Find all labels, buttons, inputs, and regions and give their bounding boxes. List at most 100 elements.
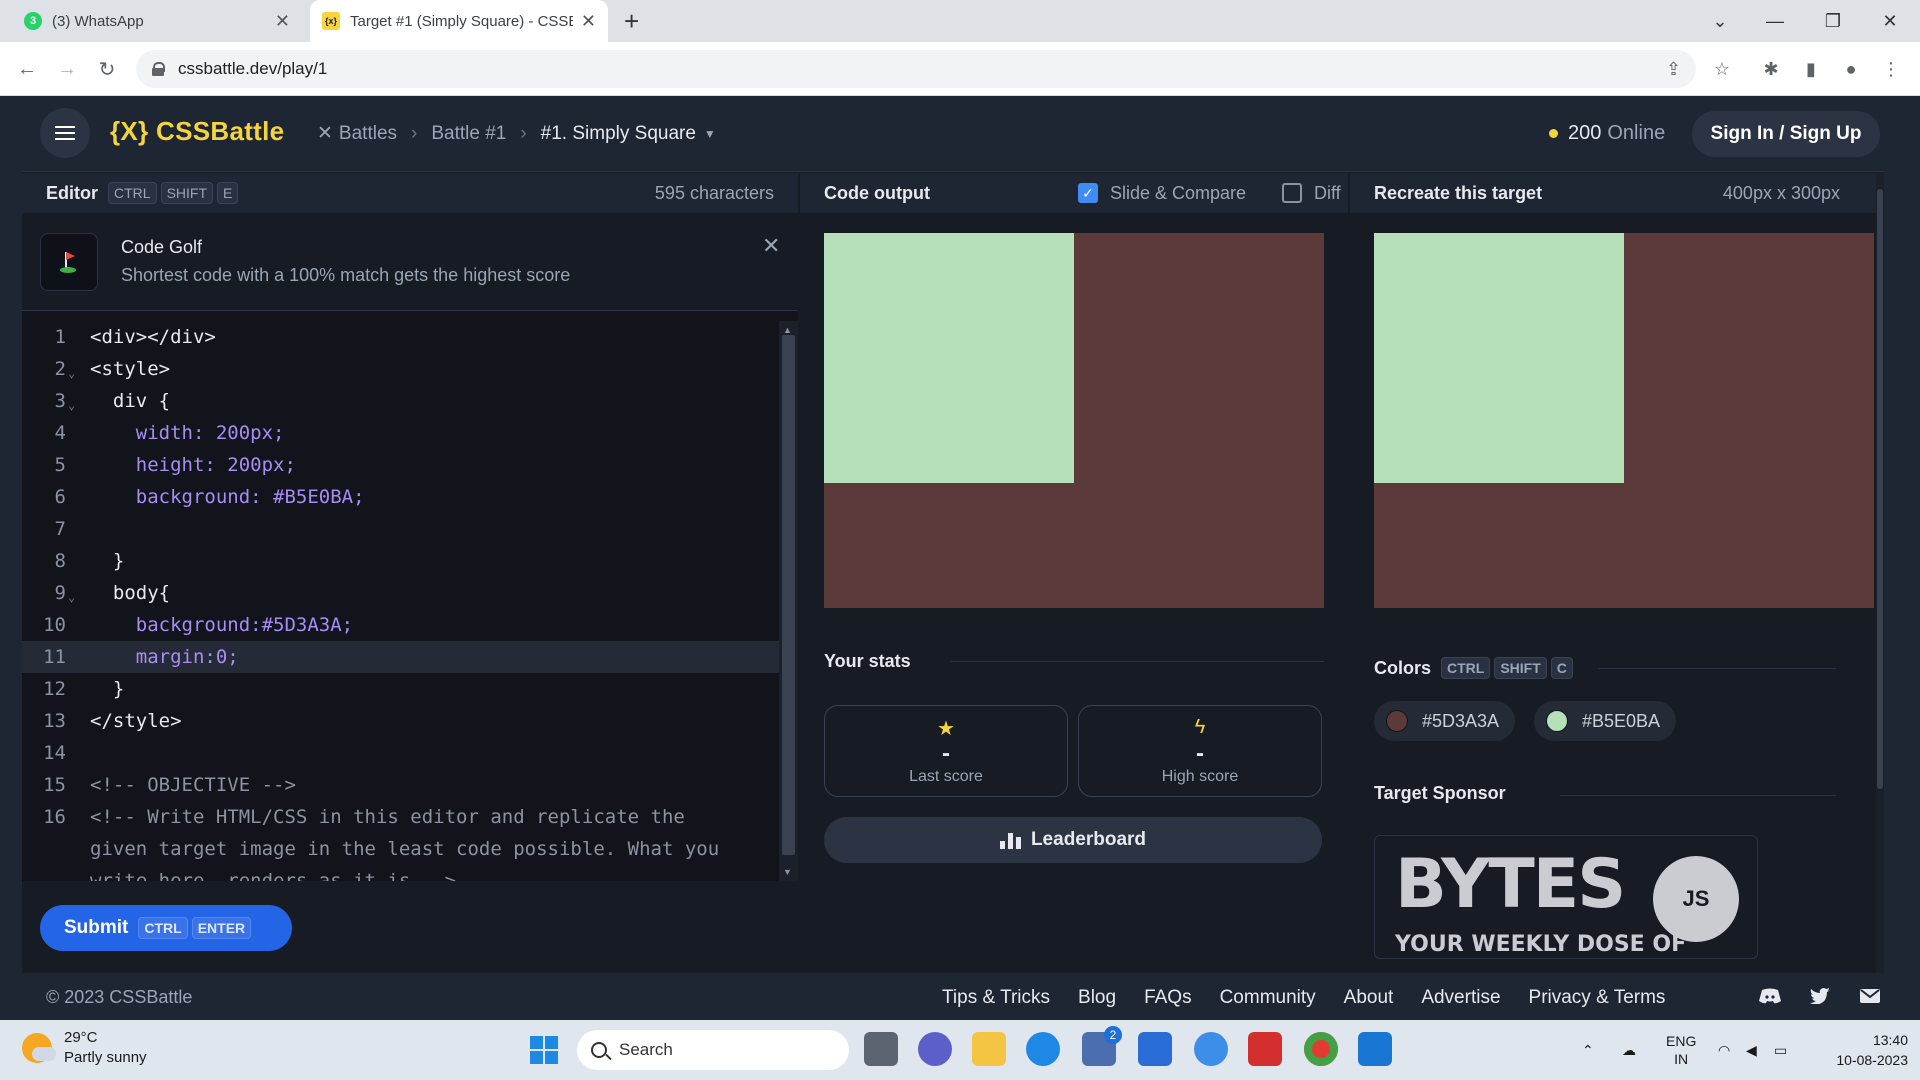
menu-button[interactable]: [40, 108, 90, 158]
page-scrollbar[interactable]: [1876, 173, 1884, 973]
code-line[interactable]: 11 margin:0;: [22, 641, 782, 673]
teams-icon[interactable]: [918, 1032, 952, 1066]
slide-compare-toggle[interactable]: ✓ Slide & Compare: [1078, 183, 1246, 204]
forward-icon[interactable]: →: [52, 54, 82, 84]
chrome-icon[interactable]: [1304, 1032, 1338, 1066]
system-clock[interactable]: 13:40 10-08-2023: [1818, 1030, 1908, 1070]
maximize-icon[interactable]: ❐: [1803, 0, 1863, 42]
editor-panel: Editor CTRL SHIFT E 595 characters Code …: [22, 173, 798, 973]
cssbattle-logo[interactable]: {X} CSSBattle: [110, 116, 284, 147]
close-icon[interactable]: ✕: [275, 11, 290, 32]
wifi-icon[interactable]: ◠: [1718, 1020, 1730, 1080]
footer-link-advertise[interactable]: Advertise: [1421, 987, 1500, 1009]
twitter-icon[interactable]: [1808, 985, 1832, 1007]
code-line[interactable]: 13 </style>: [22, 705, 782, 737]
onedrive-icon[interactable]: ☁: [1622, 1020, 1636, 1080]
breadcrumb-target[interactable]: #1. Simply Square: [541, 123, 696, 145]
os-taskbar: 29°C Partly sunny Search 2 ⌃ ☁ ENG IN ◠ …: [0, 1020, 1920, 1080]
code-line[interactable]: 14: [22, 737, 782, 769]
help-icon[interactable]: [1194, 1032, 1228, 1066]
mcafee-icon[interactable]: [1248, 1032, 1282, 1066]
cssbattle-favicon-icon: {x}: [322, 12, 340, 30]
code-text: <!-- Write HTML/CSS in this editor and r…: [90, 806, 685, 828]
mail-icon[interactable]: [1858, 985, 1882, 1007]
diff-toggle[interactable]: Diff: [1282, 183, 1341, 204]
code-line[interactable]: 3 ⌄ div {: [22, 385, 782, 417]
checkbox-checked-icon[interactable]: ✓: [1078, 183, 1098, 203]
window-close-icon[interactable]: ✕: [1860, 0, 1920, 42]
scrollbar-thumb[interactable]: [782, 335, 795, 855]
taskbar-search[interactable]: Search: [577, 1030, 849, 1070]
bookmark-star-icon[interactable]: ☆: [1707, 54, 1737, 84]
scroll-down-icon[interactable]: ▼: [783, 867, 792, 877]
code-output-canvas[interactable]: [824, 233, 1324, 608]
signin-button[interactable]: Sign In / Sign Up: [1692, 111, 1880, 157]
target-image[interactable]: [1374, 233, 1874, 608]
tray-chevron-icon[interactable]: ⌃: [1582, 1020, 1594, 1080]
editor-scrollbar[interactable]: ▲ ▼: [779, 321, 798, 881]
tab-whatsapp[interactable]: 3 (3) WhatsApp ✕: [12, 0, 302, 42]
side-panel-icon[interactable]: ▮: [1796, 54, 1826, 84]
code-line[interactable]: 7: [22, 513, 782, 545]
store-icon[interactable]: 2: [1082, 1026, 1122, 1066]
code-line[interactable]: 5 height: 200px;: [22, 449, 782, 481]
breadcrumb-battle[interactable]: Battle #1: [431, 123, 506, 145]
footer-link-faqs[interactable]: FAQs: [1144, 987, 1192, 1009]
footer-link-about[interactable]: About: [1344, 987, 1394, 1009]
reload-icon[interactable]: ↻: [92, 54, 122, 84]
edge-icon[interactable]: [1026, 1032, 1060, 1066]
line-number: 8: [54, 550, 66, 572]
tab-search-icon[interactable]: ⌄: [1690, 0, 1750, 42]
chrome-menu-icon[interactable]: ⋮: [1876, 54, 1906, 84]
scroll-up-icon[interactable]: ▲: [783, 325, 792, 335]
breadcrumb-battles[interactable]: Battles: [339, 123, 397, 145]
volume-icon[interactable]: ◀: [1746, 1020, 1757, 1080]
submit-button[interactable]: Submit CTRL ENTER: [40, 905, 292, 951]
code-line[interactable]: 1 <div></div>: [22, 321, 782, 353]
tab-cssbattle[interactable]: {x} Target #1 (Simply Square) - CSSB ✕: [310, 0, 608, 42]
code-line[interactable]: 2 ⌄ <style>: [22, 353, 782, 385]
color-chip-bg[interactable]: #5D3A3A: [1374, 701, 1516, 741]
weather-widget[interactable]: 29°C Partly sunny: [22, 1028, 147, 1068]
leaderboard-button[interactable]: Leaderboard: [824, 817, 1322, 863]
sponsor-banner[interactable]: BYTES YOUR WEEKLY DOSE OF JS: [1374, 835, 1758, 959]
code-line[interactable]: 8 }: [22, 545, 782, 577]
language-indicator[interactable]: ENG IN: [1666, 1020, 1696, 1080]
code-line[interactable]: given target image in the least code pos…: [22, 833, 782, 865]
footer-link-tips[interactable]: Tips & Tricks: [942, 987, 1050, 1009]
code-editor[interactable]: 1 <div></div> 2 ⌄ <style> 3 ⌄ div {4 width: 20…: [22, 321, 782, 881]
output-square: [824, 233, 1074, 483]
code-line[interactable]: 6 background: #B5E0BA;: [22, 481, 782, 513]
code-line[interactable]: 9 ⌄ body{: [22, 577, 782, 609]
sponsor-title: Target Sponsor: [1374, 783, 1506, 803]
scrollbar-thumb[interactable]: [1877, 189, 1883, 789]
checkbox-unchecked-icon[interactable]: [1282, 183, 1302, 203]
code-line[interactable]: write here, renders as it is -->: [22, 865, 782, 881]
back-icon[interactable]: ←: [12, 54, 42, 84]
myhp-icon[interactable]: [1138, 1032, 1172, 1066]
footer-link-community[interactable]: Community: [1220, 987, 1316, 1009]
discord-icon[interactable]: [1758, 985, 1782, 1007]
footer-link-privacy[interactable]: Privacy & Terms: [1529, 987, 1666, 1009]
windows-start-icon[interactable]: [530, 1036, 558, 1064]
vscode-icon[interactable]: [1358, 1032, 1392, 1066]
code-line[interactable]: 15 <!-- OBJECTIVE -->: [22, 769, 782, 801]
caret-down-icon[interactable]: ▼: [704, 127, 716, 141]
color-chip-square[interactable]: #B5E0BA: [1534, 701, 1677, 741]
task-view-icon[interactable]: [864, 1032, 898, 1066]
file-explorer-icon[interactable]: [972, 1032, 1006, 1066]
close-icon[interactable]: ✕: [762, 233, 780, 259]
share-icon[interactable]: ⇪: [1666, 59, 1681, 80]
code-line[interactable]: 4 width: 200px;: [22, 417, 782, 449]
extensions-icon[interactable]: ✱: [1756, 54, 1786, 84]
code-line[interactable]: 12 }: [22, 673, 782, 705]
url-field[interactable]: cssbattle.dev/play/1 ⇪: [136, 50, 1696, 88]
minimize-icon[interactable]: —: [1745, 0, 1805, 42]
battery-icon[interactable]: ▭: [1774, 1020, 1787, 1080]
profile-icon[interactable]: ●: [1836, 54, 1866, 84]
code-line[interactable]: 16 <!-- Write HTML/CSS in this editor and…: [22, 801, 782, 833]
code-line[interactable]: 10 background:#5D3A3A;: [22, 609, 782, 641]
footer-link-blog[interactable]: Blog: [1078, 987, 1116, 1009]
close-icon[interactable]: ✕: [581, 11, 596, 32]
new-tab-button[interactable]: +: [624, 6, 639, 37]
